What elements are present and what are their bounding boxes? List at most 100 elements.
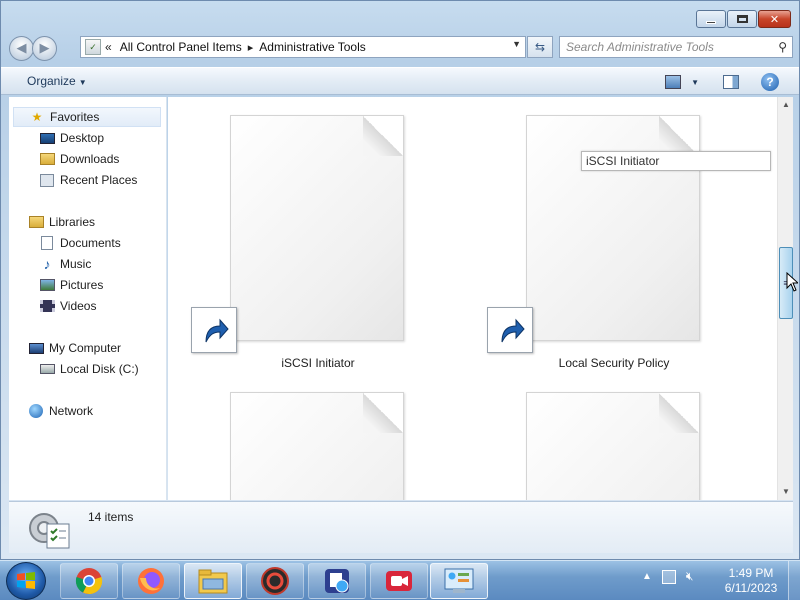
minimize-button[interactable] bbox=[696, 10, 726, 28]
nav-network-label: Network bbox=[49, 404, 94, 418]
desktop-icon bbox=[39, 130, 55, 146]
back-forward-group: ◀ ▶ bbox=[9, 35, 65, 61]
nav-libraries[interactable]: Libraries bbox=[28, 212, 95, 232]
videos-filmstrip-icon bbox=[39, 298, 55, 314]
file-item-label: Local Security Policy bbox=[558, 356, 670, 370]
document-icon bbox=[230, 392, 404, 500]
nav-pictures[interactable]: Pictures bbox=[39, 275, 103, 295]
taskbar-file-explorer[interactable] bbox=[184, 563, 242, 599]
nav-desktop[interactable]: Desktop bbox=[39, 128, 104, 148]
address-dropdown-icon[interactable]: ▼ bbox=[512, 39, 521, 49]
taskbar-chrome[interactable] bbox=[60, 563, 118, 599]
windows-logo-icon bbox=[17, 572, 35, 589]
command-bar: Organize ▼ ▼ ? bbox=[1, 67, 799, 95]
help-icon[interactable]: ? bbox=[761, 73, 779, 91]
star-icon: ★ bbox=[31, 110, 43, 124]
nav-local-disk[interactable]: Local Disk (C:) bbox=[39, 359, 139, 379]
start-button[interactable] bbox=[6, 562, 46, 600]
document-icon bbox=[526, 115, 700, 341]
nav-pictures-label: Pictures bbox=[60, 278, 104, 292]
volume-muted-icon[interactable]: 🔇︎ bbox=[686, 569, 694, 584]
maximize-icon bbox=[736, 15, 748, 23]
pictures-icon bbox=[39, 277, 55, 293]
minimize-icon bbox=[706, 20, 716, 24]
network-globe-icon bbox=[28, 403, 44, 419]
breadcrumb-administrative-tools[interactable]: Administrative Tools bbox=[259, 40, 366, 54]
search-input[interactable]: Search Administrative Tools ⚲ bbox=[559, 36, 793, 58]
clock-time: 1:49 PM bbox=[728, 566, 774, 580]
mouse-cursor-icon bbox=[786, 272, 798, 292]
refresh-button[interactable]: ⇆ bbox=[527, 36, 553, 58]
nav-libraries-label: Libraries bbox=[49, 215, 96, 229]
command-bar-right: ▼ ? bbox=[665, 73, 779, 91]
file-item-label: iSCSI Initiator bbox=[281, 356, 355, 370]
shortcut-arrow-icon bbox=[487, 307, 533, 353]
nav-videos[interactable]: Videos bbox=[39, 296, 96, 316]
nav-music-label: Music bbox=[60, 257, 92, 271]
document-icon bbox=[526, 392, 700, 500]
taskbar-control-panel[interactable] bbox=[430, 563, 488, 599]
computer-icon bbox=[28, 340, 44, 356]
nav-recent-places-label: Recent Places bbox=[60, 173, 138, 187]
nav-documents[interactable]: Documents bbox=[39, 233, 121, 253]
hard-disk-icon bbox=[39, 361, 55, 377]
breadcrumb-separator-icon[interactable]: ▸ bbox=[248, 41, 254, 54]
nav-music[interactable]: ♪ Music bbox=[39, 254, 92, 274]
nav-downloads[interactable]: Downloads bbox=[39, 149, 119, 169]
search-icon[interactable]: ⚲ bbox=[778, 40, 787, 54]
scroll-down-icon[interactable]: ▼ bbox=[778, 484, 794, 500]
back-arrow-icon: ◀ bbox=[16, 40, 27, 55]
nav-favorites[interactable]: ★ Favorites bbox=[13, 107, 161, 127]
chrome-icon bbox=[75, 568, 103, 595]
refresh-icon: ⇆ bbox=[534, 40, 546, 54]
taskbar-clock[interactable]: 1:49 PM 6/11/2023 bbox=[716, 566, 786, 596]
back-button[interactable]: ◀ bbox=[9, 35, 34, 61]
organize-label: Organize bbox=[27, 74, 76, 88]
taskbar-firefox[interactable] bbox=[122, 563, 180, 599]
nav-my-computer[interactable]: My Computer bbox=[28, 338, 121, 358]
recent-places-icon bbox=[39, 172, 55, 188]
breadcrumb-overflow[interactable]: « bbox=[105, 40, 112, 54]
preview-pane-icon[interactable] bbox=[723, 75, 739, 89]
show-hidden-icons-icon[interactable]: ▲ bbox=[642, 571, 652, 582]
chevron-down-icon: ▼ bbox=[78, 78, 87, 87]
forward-arrow-icon: ▶ bbox=[39, 40, 50, 55]
explorer-window: ✕ ◀ ▶ ✓ « All Control Panel Items ▸ Admi… bbox=[0, 0, 800, 560]
nav-my-computer-label: My Computer bbox=[49, 341, 122, 355]
rename-textbox[interactable]: iSCSI Initiator bbox=[581, 151, 771, 171]
taskbar-video-recorder-app[interactable] bbox=[370, 563, 428, 599]
item-count: 14 items bbox=[88, 510, 134, 524]
change-view-icon[interactable] bbox=[665, 75, 682, 89]
nav-documents-label: Documents bbox=[60, 236, 121, 250]
nav-recent-places[interactable]: Recent Places bbox=[39, 170, 137, 190]
breadcrumb-all-control-panel-items[interactable]: All Control Panel Items bbox=[120, 40, 242, 54]
taskbar-screen-capture-app[interactable] bbox=[308, 563, 366, 599]
system-tray: ▲ 🔇︎ bbox=[642, 569, 693, 584]
folder-icon bbox=[198, 569, 228, 594]
navigation-pane: ★ Favorites Desktop Downloads Recent Pla… bbox=[9, 97, 167, 500]
view-options-chevron-icon[interactable]: ▼ bbox=[691, 78, 699, 87]
media-app-icon bbox=[261, 567, 289, 595]
scroll-up-icon[interactable]: ▲ bbox=[778, 97, 794, 113]
show-desktop-button[interactable] bbox=[788, 561, 800, 600]
screen-capture-icon bbox=[325, 569, 349, 593]
address-bar[interactable]: ✓ « All Control Panel Items ▸ Administra… bbox=[80, 36, 526, 58]
control-panel-icon bbox=[444, 568, 474, 593]
network-status-icon[interactable] bbox=[661, 569, 676, 584]
documents-icon bbox=[39, 235, 55, 251]
control-panel-icon: ✓ bbox=[85, 39, 101, 55]
forward-button[interactable]: ▶ bbox=[32, 35, 57, 61]
music-note-icon: ♪ bbox=[43, 256, 51, 272]
video-recorder-icon bbox=[386, 571, 412, 591]
nav-network[interactable]: Network bbox=[28, 401, 93, 421]
close-button[interactable]: ✕ bbox=[758, 10, 791, 28]
vertical-scrollbar[interactable]: ▲ ≡ ▼ bbox=[777, 97, 793, 500]
firefox-icon bbox=[138, 568, 164, 594]
organize-button[interactable]: Organize ▼ bbox=[27, 74, 87, 88]
search-placeholder: Search Administrative Tools bbox=[566, 40, 714, 54]
taskbar: ▲ 🔇︎ 1:49 PM 6/11/2023 bbox=[0, 560, 800, 600]
administrative-tools-icon bbox=[27, 508, 71, 550]
file-list: iSCSI Initiator Local Security Policy iS… bbox=[168, 97, 777, 500]
maximize-button[interactable] bbox=[727, 10, 757, 28]
taskbar-media-app[interactable] bbox=[246, 563, 304, 599]
